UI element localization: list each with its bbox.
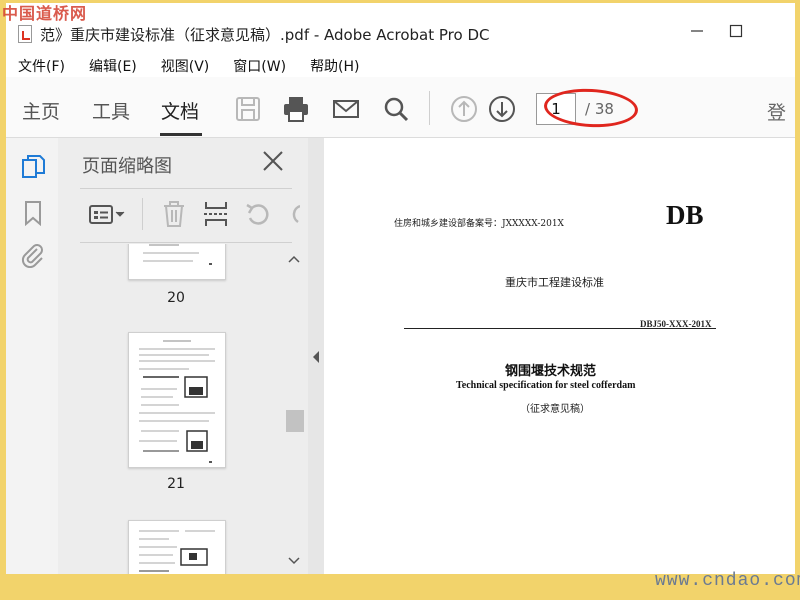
search-icon[interactable] bbox=[382, 95, 410, 123]
window-title: 范》重庆市建设标准（征求意见稿）.pdf - Adobe Acrobat Pro… bbox=[40, 26, 490, 44]
minimize-button[interactable] bbox=[683, 17, 711, 45]
panel-title: 页面缩略图 bbox=[82, 156, 172, 177]
doc-title-chinese: 钢围堰技术规范 bbox=[505, 364, 597, 379]
menu-file[interactable]: 文件(F) bbox=[6, 51, 77, 77]
document-view[interactable]: 住房和城乡建设部备案号：JXXXXX-201X DB 重庆市工程建设标准 DBJ… bbox=[324, 138, 795, 574]
doc-standard-type: 重庆市工程建设标准 bbox=[505, 276, 604, 289]
panel-divider bbox=[80, 188, 292, 189]
thumbnail-page-20[interactable] bbox=[128, 244, 226, 280]
page-thumbnails-icon[interactable] bbox=[20, 154, 46, 180]
thumbnail-panel: 页面缩略图 20 21 bbox=[58, 138, 308, 574]
tab-tools[interactable]: 工具 bbox=[92, 97, 130, 124]
doc-record-number: 住房和城乡建设部备案号：JXXXXX-201X bbox=[394, 219, 564, 229]
page-up-icon[interactable] bbox=[450, 95, 478, 123]
rotate-left-icon[interactable] bbox=[244, 200, 272, 228]
delete-page-icon[interactable] bbox=[160, 200, 188, 228]
title-bar: 范》重庆市建设标准（征求意见稿）.pdf - Adobe Acrobat Pro… bbox=[6, 3, 795, 51]
print-icon[interactable] bbox=[282, 95, 310, 123]
main-toolbar: 主页 工具 文档 1 / 38 登 bbox=[6, 77, 795, 138]
thumbnail-page-number: 20 bbox=[167, 290, 185, 306]
active-tab-indicator bbox=[160, 133, 202, 136]
scroll-down-icon[interactable] bbox=[287, 556, 301, 566]
close-icon[interactable] bbox=[260, 148, 286, 174]
menu-edit[interactable]: 编辑(E) bbox=[77, 51, 149, 77]
bookmark-icon[interactable] bbox=[20, 200, 46, 226]
thumbnail-list: 20 21 bbox=[80, 244, 278, 574]
thumbnail-page-21[interactable] bbox=[128, 332, 226, 468]
collapse-arrow-icon[interactable] bbox=[311, 350, 321, 364]
insert-page-icon[interactable] bbox=[202, 200, 230, 228]
menu-view[interactable]: 视图(V) bbox=[149, 51, 222, 77]
tab-document[interactable]: 文档 bbox=[161, 97, 199, 124]
menu-help[interactable]: 帮助(H) bbox=[298, 51, 371, 77]
thumbnail-scrollbar[interactable] bbox=[284, 250, 304, 574]
page-down-icon[interactable] bbox=[488, 95, 516, 123]
sign-in-button[interactable]: 登 bbox=[767, 98, 786, 125]
pdf-file-icon bbox=[18, 25, 32, 43]
scroll-up-icon[interactable] bbox=[287, 254, 301, 264]
panel-collapse-handle[interactable] bbox=[308, 138, 324, 574]
navigation-rail bbox=[6, 138, 58, 574]
thumbnail-options-icon[interactable] bbox=[88, 202, 128, 228]
rotate-right-icon[interactable] bbox=[286, 200, 300, 228]
attachment-icon[interactable] bbox=[20, 242, 46, 268]
watermark-bottom: www.cndao.com bbox=[655, 571, 800, 591]
doc-rule-line bbox=[404, 328, 716, 329]
menu-bar: 文件(F) 编辑(E) 视图(V) 窗口(W) 帮助(H) bbox=[6, 51, 795, 77]
scroll-thumb[interactable] bbox=[286, 410, 304, 432]
doc-title-english: Technical specification for steel coffer… bbox=[456, 380, 636, 391]
thumbnail-page-22[interactable] bbox=[128, 520, 226, 574]
toolbar-separator bbox=[429, 91, 430, 125]
menu-window[interactable]: 窗口(W) bbox=[221, 51, 298, 77]
doc-draft-note: （征求意见稿） bbox=[520, 404, 590, 415]
watermark-top: 中国道桥网 bbox=[2, 4, 88, 23]
panel-tool-separator bbox=[142, 198, 143, 230]
email-icon[interactable] bbox=[332, 95, 360, 123]
thumbnail-page-number: 21 bbox=[167, 476, 185, 492]
doc-db-label: DB bbox=[666, 200, 704, 230]
tab-home[interactable]: 主页 bbox=[22, 97, 60, 124]
panel-divider bbox=[80, 242, 292, 243]
maximize-button[interactable] bbox=[722, 17, 750, 45]
save-icon[interactable] bbox=[234, 95, 262, 123]
acrobat-window: 范》重庆市建设标准（征求意见稿）.pdf - Adobe Acrobat Pro… bbox=[6, 3, 795, 574]
